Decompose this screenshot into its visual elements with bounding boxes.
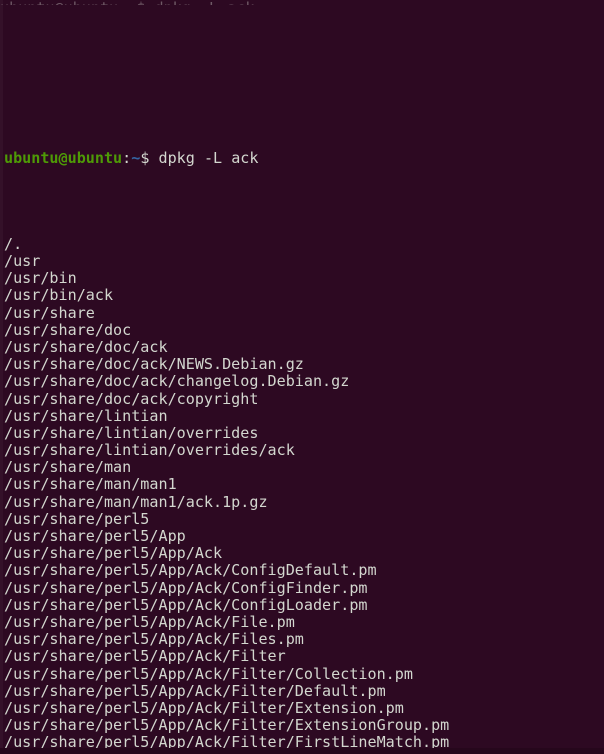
output-line: /usr/share/man/man1/ack.1p.gz (4, 492, 268, 511)
window-bottom-edge (0, 748, 604, 754)
output-line: /usr/bin (4, 269, 77, 288)
prompt-tilde: ~ (131, 148, 141, 167)
output-line: /usr/share/doc (4, 320, 132, 339)
output-line: /usr/share/perl5/App/Ack/Files.pm (4, 630, 304, 649)
output-line: /usr/share/doc/ack (4, 337, 168, 356)
output-line: /usr/share/perl5/App/Ack/ConfigLoader.pm (4, 595, 368, 614)
output-line: /usr/share/doc/ack/NEWS.Debian.gz (4, 355, 304, 374)
output-line: /usr/share/perl5/App/Ack/File.pm (4, 612, 295, 631)
output-line: /usr/share/perl5/App/Ack/Filter/Default.… (4, 681, 386, 700)
output-line: /. (4, 234, 23, 253)
terminal-window[interactable]: ubuntu@ubuntu:~$ dpkg -L ack ubuntu@ubun… (0, 0, 604, 754)
entered-command: dpkg -L ack (149, 148, 259, 167)
output-line: /usr (4, 252, 41, 270)
output-line: /usr/share/man/man1 (4, 475, 177, 494)
output-line: /usr/share (4, 303, 95, 322)
output-line: /usr/bin/ack (4, 286, 114, 305)
output-line: /usr/share/perl5/App (4, 527, 186, 545)
output-line: /usr/share/perl5/App/Ack/Filter/Extensio… (4, 716, 450, 735)
output-line: /usr/share/lintian (4, 406, 168, 425)
output-line: /usr/share/perl5/App/Ack/ConfigFinder.pm (4, 578, 368, 597)
output-line: /usr/share/perl5/App/Ack/ConfigDefault.p… (4, 561, 377, 580)
output-line: /usr/share/man (4, 458, 132, 477)
command-prompt-line: ubuntu@ubuntu:~$ dpkg -L ack (4, 148, 604, 167)
output-line: /usr/share/perl5/App/Ack/Filter/Extensio… (4, 698, 404, 717)
output-line: /usr/share/perl5/App/Ack (4, 544, 223, 563)
output-line: /usr/share/lintian/overrides/ack (4, 441, 295, 460)
prompt-colon: : (122, 148, 132, 167)
output-line: /usr/share/perl5/App/Ack/Filter/Collecti… (4, 664, 413, 683)
output-line: /usr/share/doc/ack/changelog.Debian.gz (4, 372, 350, 391)
output-line: /usr/share/lintian/overrides (4, 423, 259, 442)
output-line: /usr/share/perl5/App/Ack/Filter (4, 647, 286, 666)
command-output: /./usr/usr/bin/usr/bin/ack/usr/share/usr… (4, 234, 604, 754)
output-line: /usr/share/doc/ack/copyright (4, 389, 259, 408)
terminal-screen[interactable]: ubuntu@ubuntu:~$ dpkg -L ack /./usr/usr/… (0, 0, 604, 754)
output-line: /usr/share/perl5 (4, 509, 150, 528)
prompt-user-host: ubuntu@ubuntu (4, 148, 123, 167)
